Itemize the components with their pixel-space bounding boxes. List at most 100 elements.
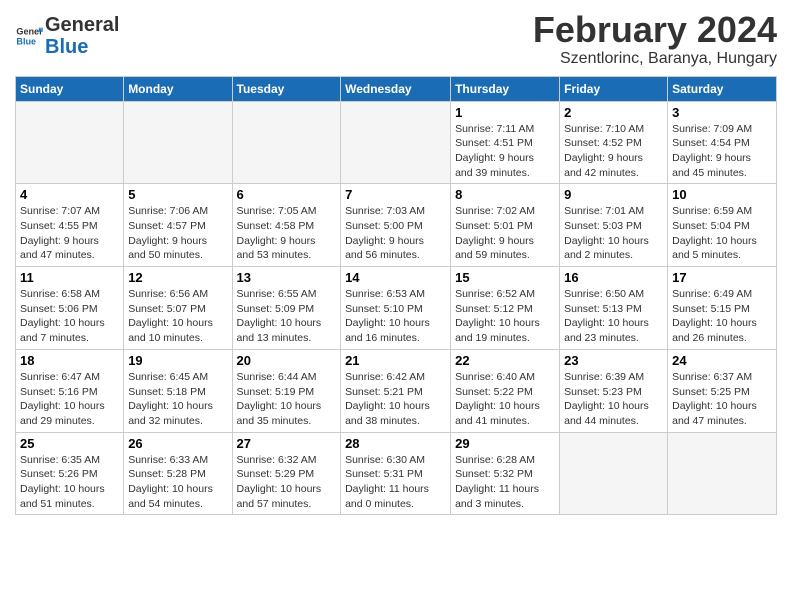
day-info: Sunrise: 6:42 AM Sunset: 5:21 PM Dayligh…: [345, 370, 446, 429]
calendar-day-cell: 22 Sunrise: 6:40 AM Sunset: 5:22 PM Dayli…: [451, 349, 560, 432]
calendar-day-cell: [232, 101, 341, 184]
day-number: 7: [345, 187, 446, 202]
calendar-week-row: 11 Sunrise: 6:58 AM Sunset: 5:06 PM Dayli…: [16, 267, 777, 350]
calendar-day-cell: 1 Sunrise: 7:11 AM Sunset: 4:51 PM Daylig…: [451, 101, 560, 184]
calendar-week-row: 4 Sunrise: 7:07 AM Sunset: 4:55 PM Daylig…: [16, 184, 777, 267]
day-number: 11: [20, 270, 119, 285]
day-info: Sunrise: 6:40 AM Sunset: 5:22 PM Dayligh…: [455, 370, 555, 429]
svg-text:Blue: Blue: [16, 36, 36, 46]
day-info: Sunrise: 6:58 AM Sunset: 5:06 PM Dayligh…: [20, 287, 119, 346]
day-number: 8: [455, 187, 555, 202]
calendar-day-cell: 13Sunrise: 6:55 AM Sunset: 5:09 PM Dayli…: [232, 267, 341, 350]
day-info: Sunrise: 6:55 AM Sunset: 5:09 PM Dayligh…: [237, 287, 337, 346]
calendar-week-row: 1 Sunrise: 7:11 AM Sunset: 4:51 PM Daylig…: [16, 101, 777, 184]
day-number: 2: [564, 105, 663, 120]
logo-blue: Blue: [45, 36, 88, 58]
day-info: Sunrise: 6:37 AM Sunset: 5:25 PM Dayligh…: [672, 370, 772, 429]
day-info: Sunrise: 6:45 AM Sunset: 5:18 PM Dayligh…: [128, 370, 227, 429]
day-info: Sunrise: 7:05 AM Sunset: 4:58 PM Dayligh…: [237, 204, 337, 263]
calendar-day-cell: [124, 101, 232, 184]
calendar-day-cell: 15Sunrise: 6:52 AM Sunset: 5:12 PM Dayli…: [451, 267, 560, 350]
day-of-week-header: Saturday: [668, 76, 777, 101]
location-title: Szentlorinc, Baranya, Hungary: [533, 50, 777, 68]
day-info: Sunrise: 7:02 AM Sunset: 5:01 PM Dayligh…: [455, 204, 555, 263]
calendar-week-row: 25 Sunrise: 6:35 AM Sunset: 5:26 PM Dayli…: [16, 432, 777, 515]
calendar-day-cell: 8 Sunrise: 7:02 AM Sunset: 5:01 PM Daylig…: [451, 184, 560, 267]
calendar-day-cell: 3 Sunrise: 7:09 AM Sunset: 4:54 PM Daylig…: [668, 101, 777, 184]
calendar-day-cell: 6Sunrise: 7:05 AM Sunset: 4:58 PM Daylig…: [232, 184, 341, 267]
day-info: Sunrise: 6:39 AM Sunset: 5:23 PM Dayligh…: [564, 370, 663, 429]
day-info: Sunrise: 7:01 AM Sunset: 5:03 PM Dayligh…: [564, 204, 663, 263]
day-number: 28: [345, 436, 446, 451]
day-info: Sunrise: 6:59 AM Sunset: 5:04 PM Dayligh…: [672, 204, 772, 263]
day-info: Sunrise: 7:06 AM Sunset: 4:57 PM Dayligh…: [128, 204, 227, 263]
day-info: Sunrise: 6:28 AM Sunset: 5:32 PM Dayligh…: [455, 453, 555, 512]
calendar-header-row: SundayMondayTuesdayWednesdayThursdayFrid…: [16, 76, 777, 101]
day-number: 17: [672, 270, 772, 285]
day-info: Sunrise: 6:33 AM Sunset: 5:28 PM Dayligh…: [128, 453, 227, 512]
calendar-day-cell: 2 Sunrise: 7:10 AM Sunset: 4:52 PM Daylig…: [560, 101, 668, 184]
day-number: 22: [455, 353, 555, 368]
day-info: Sunrise: 6:56 AM Sunset: 5:07 PM Dayligh…: [128, 287, 227, 346]
day-info: Sunrise: 6:32 AM Sunset: 5:29 PM Dayligh…: [237, 453, 337, 512]
day-info: Sunrise: 6:49 AM Sunset: 5:15 PM Dayligh…: [672, 287, 772, 346]
day-info: Sunrise: 7:07 AM Sunset: 4:55 PM Dayligh…: [20, 204, 119, 263]
calendar-day-cell: 7 Sunrise: 7:03 AM Sunset: 5:00 PM Daylig…: [341, 184, 451, 267]
calendar-day-cell: 12Sunrise: 6:56 AM Sunset: 5:07 PM Dayli…: [124, 267, 232, 350]
header: General Blue General Blue February 2024 …: [15, 10, 777, 68]
day-of-week-header: Thursday: [451, 76, 560, 101]
calendar-day-cell: 27Sunrise: 6:32 AM Sunset: 5:29 PM Dayli…: [232, 432, 341, 515]
calendar-day-cell: 11 Sunrise: 6:58 AM Sunset: 5:06 PM Dayli…: [16, 267, 124, 350]
day-number: 3: [672, 105, 772, 120]
day-info: Sunrise: 7:09 AM Sunset: 4:54 PM Dayligh…: [672, 122, 772, 181]
day-number: 24: [672, 353, 772, 368]
day-info: Sunrise: 7:11 AM Sunset: 4:51 PM Dayligh…: [455, 122, 555, 181]
calendar-day-cell: [341, 101, 451, 184]
day-of-week-header: Wednesday: [341, 76, 451, 101]
calendar-table: SundayMondayTuesdayWednesdayThursdayFrid…: [15, 76, 777, 516]
calendar-day-cell: [560, 432, 668, 515]
calendar-day-cell: 14 Sunrise: 6:53 AM Sunset: 5:10 PM Dayli…: [341, 267, 451, 350]
day-info: Sunrise: 7:10 AM Sunset: 4:52 PM Dayligh…: [564, 122, 663, 181]
calendar-day-cell: 28 Sunrise: 6:30 AM Sunset: 5:31 PM Dayli…: [341, 432, 451, 515]
month-title: February 2024: [533, 10, 777, 50]
calendar-day-cell: 9 Sunrise: 7:01 AM Sunset: 5:03 PM Daylig…: [560, 184, 668, 267]
calendar-week-row: 18 Sunrise: 6:47 AM Sunset: 5:16 PM Dayli…: [16, 349, 777, 432]
day-info: Sunrise: 6:35 AM Sunset: 5:26 PM Dayligh…: [20, 453, 119, 512]
calendar-day-cell: 17 Sunrise: 6:49 AM Sunset: 5:15 PM Dayli…: [668, 267, 777, 350]
day-of-week-header: Tuesday: [232, 76, 341, 101]
title-area: February 2024 Szentlorinc, Baranya, Hung…: [533, 10, 777, 68]
calendar-day-cell: 20 Sunrise: 6:44 AM Sunset: 5:19 PM Dayli…: [232, 349, 341, 432]
calendar-day-cell: 10 Sunrise: 6:59 AM Sunset: 5:04 PM Dayli…: [668, 184, 777, 267]
day-number: 9: [564, 187, 663, 202]
day-of-week-header: Sunday: [16, 76, 124, 101]
day-number: 21: [345, 353, 446, 368]
logo-general: General: [45, 14, 119, 36]
calendar-day-cell: 24 Sunrise: 6:37 AM Sunset: 5:25 PM Dayli…: [668, 349, 777, 432]
calendar-day-cell: 23 Sunrise: 6:39 AM Sunset: 5:23 PM Dayli…: [560, 349, 668, 432]
day-info: Sunrise: 7:03 AM Sunset: 5:00 PM Dayligh…: [345, 204, 446, 263]
day-number: 1: [455, 105, 555, 120]
day-number: 26: [128, 436, 227, 451]
logo-text: General Blue: [45, 14, 119, 58]
calendar-day-cell: 21 Sunrise: 6:42 AM Sunset: 5:21 PM Dayli…: [341, 349, 451, 432]
day-info: Sunrise: 6:30 AM Sunset: 5:31 PM Dayligh…: [345, 453, 446, 512]
day-number: 4: [20, 187, 119, 202]
day-number: 20: [237, 353, 337, 368]
day-number: 25: [20, 436, 119, 451]
calendar-day-cell: 16Sunrise: 6:50 AM Sunset: 5:13 PM Dayli…: [560, 267, 668, 350]
day-info: Sunrise: 6:47 AM Sunset: 5:16 PM Dayligh…: [20, 370, 119, 429]
day-info: Sunrise: 6:53 AM Sunset: 5:10 PM Dayligh…: [345, 287, 446, 346]
day-info: Sunrise: 6:52 AM Sunset: 5:12 PM Dayligh…: [455, 287, 555, 346]
day-info: Sunrise: 6:44 AM Sunset: 5:19 PM Dayligh…: [237, 370, 337, 429]
day-number: 23: [564, 353, 663, 368]
day-number: 10: [672, 187, 772, 202]
calendar-day-cell: 29Sunrise: 6:28 AM Sunset: 5:32 PM Dayli…: [451, 432, 560, 515]
logo-icon: General Blue: [15, 22, 43, 50]
day-of-week-header: Friday: [560, 76, 668, 101]
calendar-day-cell: [668, 432, 777, 515]
day-of-week-header: Monday: [124, 76, 232, 101]
day-number: 18: [20, 353, 119, 368]
day-number: 14: [345, 270, 446, 285]
day-number: 5: [128, 187, 227, 202]
